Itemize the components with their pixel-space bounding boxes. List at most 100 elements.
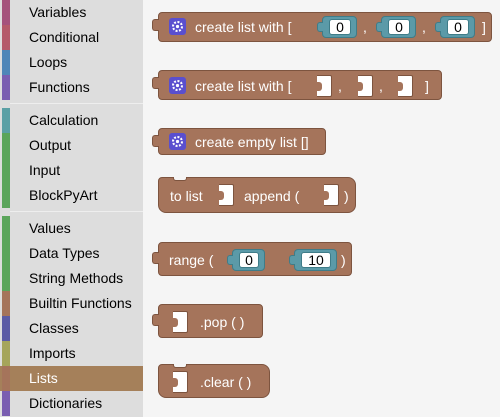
category-color-stripe — [2, 391, 10, 416]
comma-separator: , — [422, 19, 426, 35]
slot-knob — [218, 191, 224, 200]
category-color-stripe — [2, 216, 10, 241]
category-label: Calculation — [29, 112, 99, 128]
toolbox-sidebar: Variables Conditional Loops Functions Ca… — [0, 0, 143, 417]
number-field[interactable]: 0 — [239, 252, 259, 268]
input-slot[interactable] — [397, 75, 413, 97]
category-loops[interactable]: Loops — [0, 50, 143, 75]
list-input-slot[interactable] — [172, 311, 188, 333]
output-connector — [152, 252, 159, 264]
create-list-with-slots-block[interactable]: create list with [ , , ] — [152, 70, 442, 100]
category-separator — [10, 103, 143, 104]
category-conditional[interactable]: Conditional — [0, 25, 143, 50]
category-label: BlockPyArt — [29, 187, 98, 203]
category-label: Classes — [29, 320, 79, 336]
list-input-slot[interactable] — [172, 371, 188, 393]
block-label: range ( — [169, 252, 214, 268]
slot-knob — [323, 191, 329, 200]
output-connector — [152, 19, 159, 31]
list-pop-block[interactable]: .pop ( ) — [152, 304, 263, 338]
number-block[interactable]: 0 — [435, 16, 475, 38]
block-label: .pop ( ) — [200, 314, 245, 330]
output-connector — [152, 135, 159, 147]
block-label: create list with [ — [195, 19, 292, 35]
list-append-block[interactable]: to list append ( ) — [158, 177, 356, 213]
category-label: Data Types — [29, 245, 100, 261]
previous-connector-notch — [173, 177, 187, 181]
block-label: .clear ( ) — [200, 374, 252, 390]
list-clear-block[interactable]: .clear ( ) — [158, 364, 270, 398]
category-blockpyart[interactable]: BlockPyArt — [0, 183, 143, 208]
range-block[interactable]: range ( 0 10 ) — [152, 242, 352, 276]
category-builtin-functions[interactable]: Builtin Functions — [0, 291, 143, 316]
append-middle-label: append ( — [244, 188, 300, 204]
category-data-types[interactable]: Data Types — [0, 241, 143, 266]
category-color-stripe — [2, 25, 10, 50]
block-flyout: create list with [ 0 , 0 , 0 ] create li… — [143, 0, 500, 417]
category-variables[interactable]: Variables — [0, 0, 143, 25]
category-color-stripe — [2, 75, 10, 100]
number-field[interactable]: 0 — [329, 19, 351, 35]
number-block[interactable]: 0 — [376, 16, 416, 38]
category-dictionaries[interactable]: Dictionaries — [0, 391, 143, 416]
number-block[interactable]: 0 — [317, 16, 357, 38]
category-color-stripe — [2, 50, 10, 75]
category-functions[interactable]: Functions — [0, 75, 143, 100]
output-connector — [152, 77, 159, 89]
category-color-stripe — [2, 108, 10, 133]
number-block[interactable]: 0 — [227, 249, 265, 271]
category-color-stripe — [2, 133, 10, 158]
number-connector — [317, 22, 323, 32]
slot-knob — [316, 82, 322, 91]
input-slot[interactable] — [357, 75, 373, 97]
block-label: create list with [ — [195, 78, 292, 94]
category-color-stripe — [2, 316, 10, 341]
category-label: Values — [29, 220, 71, 236]
number-block[interactable]: 10 — [289, 249, 337, 271]
category-output[interactable]: Output — [0, 133, 143, 158]
mutator-gear-icon[interactable] — [169, 133, 186, 150]
close-bracket: ] — [425, 78, 429, 94]
category-label: Functions — [29, 79, 90, 95]
close-paren: ) — [341, 252, 346, 268]
category-color-stripe — [2, 266, 10, 291]
list-input-slot[interactable] — [218, 184, 234, 206]
slot-knob — [172, 378, 178, 387]
category-string-methods[interactable]: String Methods — [0, 266, 143, 291]
slot-knob — [357, 82, 363, 91]
category-separator — [10, 211, 143, 212]
category-classes[interactable]: Classes — [0, 316, 143, 341]
category-color-stripe — [2, 291, 10, 316]
number-field[interactable]: 0 — [388, 19, 410, 35]
category-color-stripe — [2, 183, 10, 208]
number-connector — [376, 22, 382, 32]
category-values[interactable]: Values — [0, 216, 143, 241]
number-field[interactable]: 0 — [447, 19, 469, 35]
slot-knob — [397, 82, 403, 91]
create-empty-list-block[interactable]: create empty list [] — [152, 128, 326, 155]
category-label: Variables — [29, 4, 87, 20]
category-label: Dictionaries — [29, 395, 103, 411]
mutator-gear-icon[interactable] — [169, 18, 186, 35]
category-imports[interactable]: Imports — [0, 341, 143, 366]
number-field[interactable]: 10 — [301, 252, 331, 268]
category-lists[interactable]: Lists — [0, 366, 143, 391]
input-slot[interactable] — [316, 75, 332, 97]
item-input-slot[interactable] — [323, 184, 339, 206]
category-label: Imports — [29, 345, 76, 361]
category-label: Builtin Functions — [29, 295, 132, 311]
mutator-gear-icon[interactable] — [169, 77, 186, 94]
create-list-with-values-block[interactable]: create list with [ 0 , 0 , 0 ] — [152, 12, 492, 42]
append-prefix-label: to list — [170, 188, 203, 204]
category-color-stripe — [2, 341, 10, 366]
category-calculation[interactable]: Calculation — [0, 108, 143, 133]
comma-separator: , — [338, 78, 342, 94]
category-input[interactable]: Input — [0, 158, 143, 183]
previous-connector-notch — [173, 364, 187, 368]
category-label: Input — [29, 162, 61, 178]
number-connector — [435, 22, 441, 32]
number-connector — [289, 255, 295, 265]
output-connector — [152, 314, 159, 326]
comma-separator: , — [379, 78, 383, 94]
close-bracket: ] — [482, 19, 486, 35]
